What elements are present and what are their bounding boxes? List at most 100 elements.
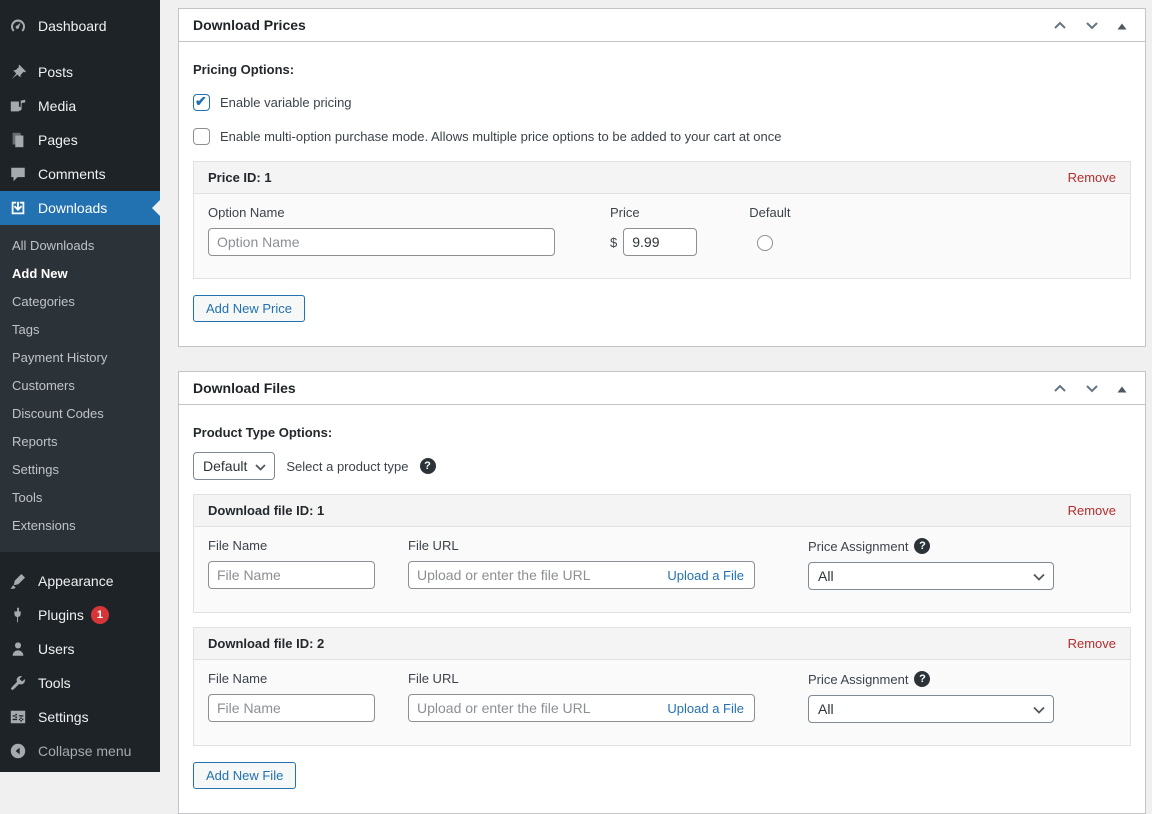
sidebar-item-dashboard[interactable]: Dashboard (0, 9, 160, 43)
file-url-input[interactable] (409, 562, 661, 588)
variable-pricing-checkbox[interactable] (193, 94, 210, 111)
sidebar-item-categories[interactable]: Categories (0, 288, 160, 316)
triangle-up-icon (1117, 18, 1127, 33)
brush-icon (8, 571, 28, 591)
variable-pricing-label: Enable variable pricing (220, 95, 352, 110)
sidebar-item-discount-codes[interactable]: Discount Codes (0, 400, 160, 428)
remove-file-link[interactable]: Remove (1068, 503, 1116, 518)
currency-symbol: $ (610, 235, 617, 250)
collapse-menu-button[interactable]: Collapse menu (0, 734, 160, 768)
sidebar-item-all-downloads[interactable]: All Downloads (0, 232, 160, 260)
sidebar-item-add-new[interactable]: Add New (0, 260, 160, 288)
download-prices-body: Pricing Options: Enable variable pricing… (179, 42, 1145, 346)
upload-file-link[interactable]: Upload a File (661, 568, 754, 583)
download-prices-header: Download Prices (179, 9, 1145, 42)
file-name-input[interactable] (208, 694, 375, 722)
file-row-section: Download file ID: 2 Remove File Name Fil… (193, 627, 1131, 746)
remove-file-link[interactable]: Remove (1068, 636, 1116, 651)
price-assignment-select[interactable]: All (808, 562, 1054, 590)
price-assignment-label-text: Price Assignment (808, 539, 908, 554)
file-url-combo: Upload a File (408, 694, 755, 722)
price-assignment-label: Price Assignment (808, 538, 1054, 554)
price-assignment-select[interactable]: All (808, 695, 1054, 723)
sidebar-item-plugins[interactable]: Plugins 1 (0, 598, 160, 632)
help-icon[interactable] (914, 671, 930, 687)
product-type-select[interactable]: Default (193, 452, 275, 480)
file-row-title: Download file ID: 2 (208, 636, 324, 651)
price-row-header: Price ID: 1 Remove (194, 162, 1130, 194)
sidebar-item-media[interactable]: Media (0, 89, 160, 123)
sidebar-item-label: Posts (38, 62, 73, 82)
triangle-up-icon (1117, 381, 1127, 396)
sidebar-item-label: Appearance (38, 571, 114, 591)
sidebar-item-label: Comments (38, 164, 106, 184)
price-input[interactable] (623, 228, 697, 256)
sidebar-item-customers[interactable]: Customers (0, 372, 160, 400)
add-new-price-button[interactable]: Add New Price (193, 295, 305, 322)
move-up-button[interactable] (1051, 18, 1069, 33)
default-radio[interactable] (757, 235, 773, 251)
toggle-panel-button[interactable] (1115, 381, 1129, 396)
price-assignment-field: Price Assignment All (808, 671, 1054, 723)
metabox-handle-actions (1051, 18, 1129, 33)
move-down-button[interactable] (1083, 18, 1101, 33)
sidebar-item-label: Tools (38, 673, 71, 693)
file-row-fields: File Name File URL Upload a File (194, 660, 1130, 745)
remove-price-link[interactable]: Remove (1068, 170, 1116, 185)
file-url-combo: Upload a File (408, 561, 755, 589)
file-name-field: File Name (208, 538, 375, 589)
chevron-down-icon (1085, 18, 1099, 33)
sidebar-item-edd-settings[interactable]: Settings (0, 456, 160, 484)
file-row-title: Download file ID: 1 (208, 503, 324, 518)
user-icon (8, 639, 28, 659)
sidebar-item-settings[interactable]: Settings (0, 700, 160, 734)
multi-option-label: Enable multi-option purchase mode. Allow… (220, 129, 782, 144)
multi-option-checkbox[interactable] (193, 128, 210, 145)
sidebar-item-downloads[interactable]: Downloads (0, 191, 160, 225)
sidebar-item-label: Downloads (38, 198, 107, 218)
pushpin-icon (8, 62, 28, 82)
file-url-input[interactable] (409, 695, 661, 721)
sidebar-item-appearance[interactable]: Appearance (0, 564, 160, 598)
download-icon (8, 198, 28, 218)
sidebar-item-users[interactable]: Users (0, 632, 160, 666)
chevron-down-icon (1033, 568, 1045, 584)
sliders-icon (8, 707, 28, 727)
help-icon[interactable] (420, 458, 436, 474)
move-up-button[interactable] (1051, 381, 1069, 396)
sidebar-item-posts[interactable]: Posts (0, 55, 160, 89)
sidebar-item-edd-tools[interactable]: Tools (0, 484, 160, 512)
pages-icon (8, 130, 28, 150)
add-new-file-button[interactable]: Add New File (193, 762, 296, 789)
help-icon[interactable] (914, 538, 930, 554)
media-icon (8, 96, 28, 116)
app-window: Dashboard Posts Media Pages Comments (0, 0, 1152, 772)
download-prices-title: Download Prices (193, 17, 306, 33)
sidebar-item-label: Plugins (38, 605, 84, 625)
multi-option-row: Enable multi-option purchase mode. Allow… (193, 128, 1131, 145)
price-assignment-field: Price Assignment All (808, 538, 1054, 590)
sidebar-item-tools[interactable]: Tools (0, 666, 160, 700)
sidebar-item-payment-history[interactable]: Payment History (0, 344, 160, 372)
upload-file-link[interactable]: Upload a File (661, 701, 754, 716)
sidebar-item-tags[interactable]: Tags (0, 316, 160, 344)
plugins-update-badge: 1 (91, 606, 109, 624)
downloads-submenu: All Downloads Add New Categories Tags Pa… (0, 225, 160, 552)
sidebar-item-comments[interactable]: Comments (0, 157, 160, 191)
product-type-selected-value: Default (203, 458, 247, 474)
sidebar-item-pages[interactable]: Pages (0, 123, 160, 157)
move-down-button[interactable] (1083, 381, 1101, 396)
download-prices-metabox: Download Prices Pricing Options: (178, 8, 1146, 347)
price-label: Price (610, 205, 697, 220)
toggle-panel-button[interactable] (1115, 18, 1129, 33)
file-row-fields: File Name File URL Upload a File (194, 527, 1130, 612)
chevron-down-icon (1085, 381, 1099, 396)
file-url-label: File URL (408, 671, 755, 686)
file-name-input[interactable] (208, 561, 375, 589)
sidebar-item-extensions[interactable]: Extensions (0, 512, 160, 540)
file-name-label: File Name (208, 538, 375, 553)
variable-pricing-row: Enable variable pricing (193, 94, 1131, 111)
product-type-row: Default Select a product type (193, 452, 1131, 480)
sidebar-item-reports[interactable]: Reports (0, 428, 160, 456)
option-name-input[interactable] (208, 228, 555, 256)
